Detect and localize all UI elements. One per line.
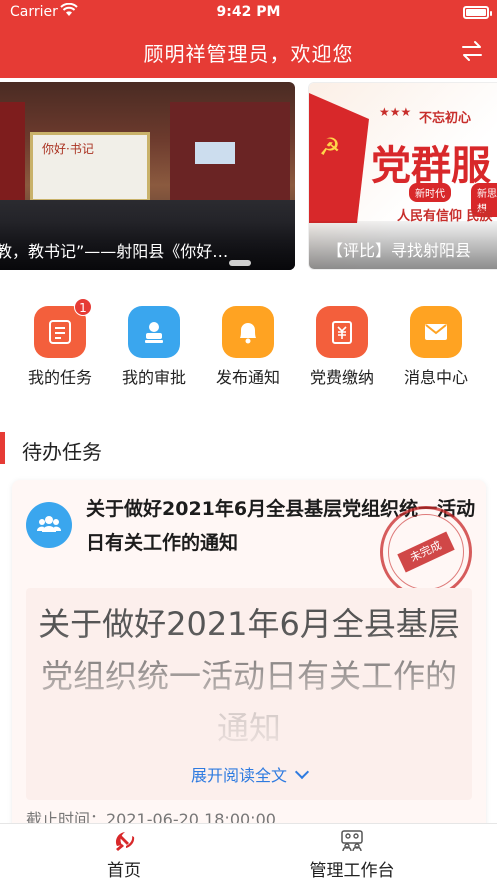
quick-menu: 1 我的任务 我的审批 发布通知 党费缴纳 消息中心 [0,298,497,390]
bottom-tab-bar: 首页 管理工作台 [0,823,497,883]
tab-label: 管理工作台 [309,861,395,881]
incomplete-stamp: 未完成 [380,506,472,598]
menu-label: 消息中心 [403,368,468,387]
workbench-icon [228,828,476,854]
banner-caption: 【评比】寻找射阳县 [309,221,497,269]
approval-stamp-icon [128,306,180,358]
app-header: Carrier 9:42 PM 顾明祥管理员，欢迎您 [0,0,497,78]
menu-my-tasks[interactable]: 1 我的任务 [13,298,107,388]
slide-2-stars: ★★★ [379,105,412,119]
tab-home[interactable]: 首页 [0,828,248,881]
menu-label: 发布通知 [215,368,280,387]
hammer-sickle-icon: ☭ [319,133,341,161]
carousel-indicator [229,260,251,266]
section-accent-bar [0,432,5,464]
expand-label: 展开阅读全文 [190,766,287,785]
task-card[interactable]: 关于做好2021年6月全县基层党组织统一活动日有关工作的通知 未完成 关于做好2… [12,480,486,840]
slide-2-motto: 不忘初心 [419,111,472,126]
tab-label: 首页 [107,861,141,881]
swap-arrows-icon[interactable] [461,40,483,62]
menu-my-approvals[interactable]: 我的审批 [107,306,201,388]
menu-label: 党费缴纳 [309,368,374,387]
menu-message-center[interactable]: 消息中心 [389,306,483,388]
menu-label: 我的审批 [121,368,186,387]
slide-1-side-screen [195,142,235,164]
task-count-badge: 1 [74,298,92,316]
task-content-preview: 关于做好2021年6月全县基层党组织统一活动日有关工作的通知 展开阅读全文 [26,588,472,800]
banner-slide-2[interactable]: ☭ ★★★ 不忘初心 党群服 新时代 新思想 人民有信仰 民族 【评比】寻找射阳… [308,82,497,270]
status-time: 9:42 PM [216,4,281,20]
banner-slide-1[interactable]: 你好·书记 教，教书记”——射阳县《你好… [0,82,295,270]
party-emblem-icon [0,828,248,854]
content-fade-overlay [26,628,472,758]
group-icon [26,502,72,548]
slide-1-stage-text: 你好·书记 [42,142,94,156]
payment-icon [316,306,368,358]
bell-icon [222,306,274,358]
status-bar: Carrier 9:42 PM [0,0,497,26]
page-title: 顾明祥管理员，欢迎您 [143,42,354,66]
menu-publish-notice[interactable]: 发布通知 [201,306,295,388]
slide-2-tag: 新时代 [409,183,451,202]
chevron-down-icon [294,764,310,780]
section-title: 待办任务 [22,440,102,464]
tab-workbench[interactable]: 管理工作台 [228,828,476,881]
expand-read-more-link[interactable]: 展开阅读全文 [26,762,472,786]
task-list-icon: 1 [34,298,92,358]
battery-icon [463,6,492,19]
stamp-label: 未完成 [397,531,455,573]
slide-1-curtain-left [0,102,25,212]
menu-label: 我的任务 [27,368,92,387]
menu-party-dues[interactable]: 党费缴纳 [295,306,389,388]
envelope-icon [410,306,462,358]
